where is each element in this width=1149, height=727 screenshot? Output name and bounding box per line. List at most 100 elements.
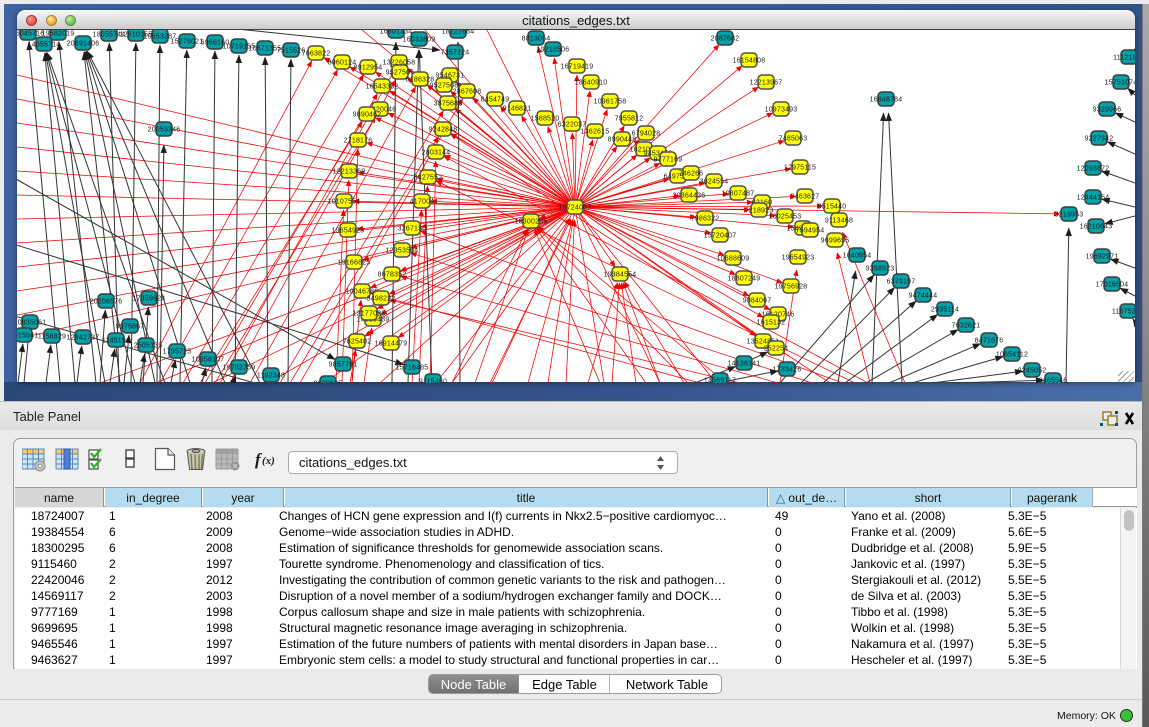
svg-text:1192348: 1192348 [257, 373, 285, 380]
svg-text:18807249: 18807249 [728, 276, 761, 283]
svg-text:9329966: 9329966 [1093, 107, 1122, 114]
svg-text:20206576: 20206576 [90, 299, 123, 306]
svg-text:8960124: 8960124 [328, 60, 357, 67]
svg-text:14136141: 14136141 [728, 361, 761, 368]
svg-text:14569117: 14569117 [704, 378, 736, 384]
svg-text:10025453: 10025453 [769, 214, 802, 221]
svg-text:1362615: 1362615 [581, 129, 610, 136]
svg-text:9463627: 9463627 [791, 194, 820, 201]
svg-text:7218923: 7218923 [745, 208, 774, 215]
svg-text:19384554: 19384554 [604, 272, 637, 279]
svg-text:3915941: 3915941 [17, 333, 38, 340]
svg-text:12975115: 12975115 [784, 165, 816, 172]
svg-text:12213369: 12213369 [333, 169, 366, 176]
svg-text:16648784: 16648784 [870, 97, 903, 104]
svg-text:3875685: 3875685 [434, 101, 463, 108]
svg-text:12353594: 12353594 [386, 248, 419, 255]
svg-text:10654112: 10654112 [996, 352, 1028, 359]
svg-text:417004: 417004 [410, 199, 435, 206]
svg-text:19582019: 19582019 [42, 31, 75, 38]
svg-text:10107554: 10107554 [328, 199, 361, 206]
svg-text:2718176: 2718176 [344, 138, 373, 145]
svg-text:1795725: 1795725 [163, 349, 192, 356]
svg-text:16154808: 16154808 [733, 58, 766, 65]
svg-text:1156829: 1156829 [38, 334, 66, 341]
svg-text:9890462: 9890462 [353, 112, 382, 119]
svg-text:(x): (x) [262, 455, 275, 467]
svg-text:8678352: 8678352 [378, 272, 407, 279]
svg-text:6794028: 6794028 [632, 131, 661, 138]
svg-text:9242848: 9242848 [429, 127, 458, 134]
svg-text:16210643: 16210643 [1080, 224, 1113, 231]
svg-text:9699695: 9699695 [314, 381, 343, 384]
svg-text:8454749: 8454749 [481, 97, 510, 104]
svg-text:19654923: 19654923 [782, 255, 815, 262]
svg-text:3267130: 3267130 [398, 226, 427, 233]
svg-text:12213967: 12213967 [750, 80, 783, 87]
svg-text:16719419: 16719419 [561, 64, 594, 71]
svg-text:19756928: 19756928 [775, 284, 808, 291]
svg-text:9465546: 9465546 [1039, 378, 1068, 384]
svg-text:2935114: 2935114 [931, 307, 959, 314]
svg-text:7594954: 7594954 [796, 228, 825, 235]
svg-text:15751074: 15751074 [1105, 80, 1135, 87]
svg-text:10688609: 10688609 [717, 256, 750, 263]
svg-text:9699695: 9699695 [821, 238, 850, 245]
svg-text:17359924: 17359924 [133, 296, 166, 303]
svg-text:8427552: 8427552 [414, 175, 443, 182]
svg-text:3498222: 3498222 [367, 296, 396, 303]
svg-text:9857791: 9857791 [329, 362, 358, 369]
svg-text:2867608: 2867608 [453, 89, 482, 96]
svg-text:16914479: 16914479 [375, 341, 408, 348]
svg-text:10807487: 10807487 [722, 191, 755, 198]
svg-text:3215953: 3215953 [1055, 212, 1084, 219]
svg-text:9527506: 9527506 [386, 70, 415, 77]
svg-text:12093872: 12093872 [1077, 166, 1110, 173]
svg-text:19166825: 19166825 [338, 260, 371, 267]
svg-text:9474444: 9474444 [909, 293, 938, 300]
svg-text:8471676: 8471676 [975, 338, 1004, 345]
svg-text:17016504: 17016504 [1096, 282, 1129, 289]
svg-text:20835061: 20835061 [17, 320, 46, 327]
svg-text:7357224: 7357224 [441, 50, 470, 57]
svg-text:20691406: 20691406 [67, 41, 100, 48]
svg-text:1733426: 1733426 [773, 367, 802, 374]
svg-text:18640910: 18640910 [575, 80, 608, 87]
svg-text:8990448: 8990448 [608, 137, 637, 144]
svg-text:9975867: 9975867 [116, 324, 145, 331]
svg-text:16801334: 16801334 [380, 30, 413, 36]
svg-text:9146821: 9146821 [503, 106, 532, 113]
svg-text:19654923: 19654923 [332, 228, 365, 235]
svg-text:16782759: 16782759 [223, 365, 256, 372]
svg-text:7632621: 7632621 [952, 323, 981, 330]
svg-text:1588520: 1588520 [531, 116, 560, 123]
svg-text:15716485: 15716485 [396, 365, 429, 372]
svg-text:1615132: 1615132 [757, 320, 786, 327]
svg-text:1145194: 1145194 [102, 338, 130, 345]
svg-text:9227342: 9227342 [1085, 136, 1114, 143]
svg-text:2087682: 2087682 [711, 36, 740, 43]
svg-text:11675336: 11675336 [1112, 309, 1135, 316]
svg-text:12942737: 12942737 [67, 335, 100, 342]
svg-text:18724007: 18724007 [559, 205, 592, 212]
svg-text:6322037: 6322037 [558, 122, 587, 129]
svg-text:10973493: 10973493 [765, 107, 798, 114]
svg-text:252254: 252254 [764, 346, 789, 353]
svg-text:20053346: 20053346 [148, 127, 181, 134]
svg-text:7485063: 7485063 [779, 136, 808, 143]
svg-text:7955812: 7955812 [615, 116, 644, 123]
svg-text:2803144: 2803144 [422, 150, 451, 157]
svg-text:12444154: 12444154 [1077, 195, 1110, 202]
svg-text:9245052: 9245052 [1018, 368, 1047, 375]
svg-text:15720407: 15720407 [704, 233, 737, 240]
svg-text:8813054: 8813054 [522, 36, 551, 43]
svg-text:18300295: 18300295 [515, 219, 548, 226]
svg-text:19218506: 19218506 [537, 47, 570, 54]
svg-text:20364436: 20364436 [673, 193, 706, 200]
svg-text:9113468: 9113468 [825, 218, 853, 225]
svg-text:3624554: 3624554 [700, 179, 729, 186]
svg-text:10961758: 10961758 [594, 99, 627, 106]
svg-text:12505135: 12505135 [130, 343, 163, 350]
svg-text:12177026: 12177026 [353, 311, 386, 318]
svg-text:1640954: 1640954 [843, 253, 872, 260]
